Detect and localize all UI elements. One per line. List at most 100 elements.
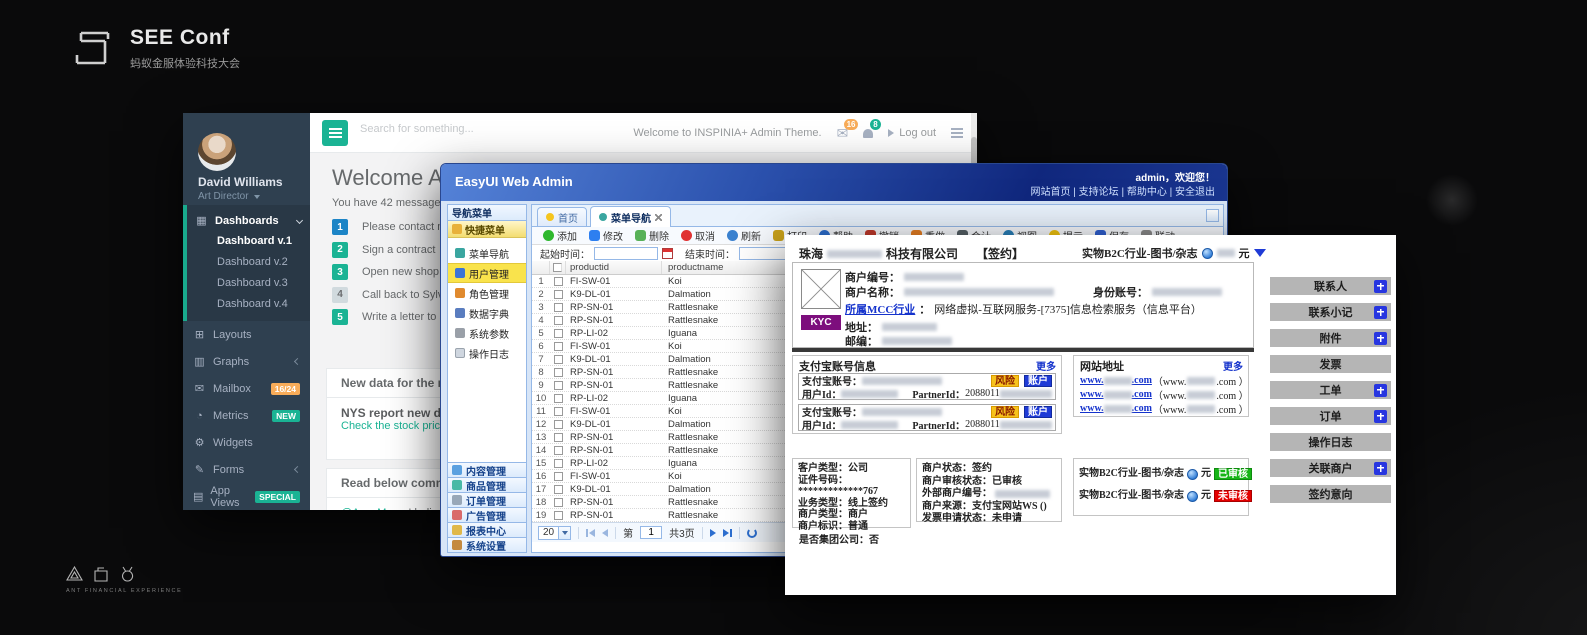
row-checkbox[interactable] xyxy=(553,484,563,494)
accordion-panel-sys-settings[interactable]: 系统设置 xyxy=(448,537,526,553)
row-checkbox[interactable] xyxy=(553,393,563,403)
alipay-more-link[interactable]: 更多 xyxy=(1036,358,1056,373)
avatar[interactable] xyxy=(198,133,236,171)
prev-page-button[interactable] xyxy=(602,528,609,537)
column-header-productid[interactable]: productid xyxy=(566,261,662,274)
related-merchants-button[interactable]: 关联商户 xyxy=(1270,459,1391,477)
refresh-button[interactable]: 刷新 xyxy=(722,228,766,243)
add-icon[interactable] xyxy=(1374,461,1387,475)
row-checkbox[interactable] xyxy=(553,510,563,520)
calendar-icon[interactable] xyxy=(662,247,673,259)
orders-button[interactable]: 订单 xyxy=(1270,407,1391,425)
invoice-button[interactable]: 发票 xyxy=(1270,355,1391,373)
row-checkbox[interactable] xyxy=(553,289,563,299)
row-checkbox[interactable] xyxy=(553,458,563,468)
row-checkbox[interactable] xyxy=(553,445,563,455)
next-page-button[interactable] xyxy=(709,528,716,537)
tab-home[interactable]: 首页 xyxy=(537,207,587,226)
row-checkbox[interactable] xyxy=(553,367,563,377)
accordion-panel-order-mgmt[interactable]: 订单管理 xyxy=(448,492,526,508)
tree-item-data-dict[interactable]: 数据字典 xyxy=(448,303,526,323)
tree-item-op-log[interactable]: 操作日志 xyxy=(448,343,526,363)
accordion-panel-product-mgmt[interactable]: 商品管理 xyxy=(448,477,526,493)
add-icon[interactable] xyxy=(1374,305,1387,319)
sidebar-item-forms[interactable]: ✎ Forms xyxy=(183,456,310,483)
sidebar-item-widgets[interactable]: ⚙ Widgets xyxy=(183,429,310,456)
contract-intent-button[interactable]: 签约意向 xyxy=(1270,485,1391,503)
tree-item-sys-params[interactable]: 系统参数 xyxy=(448,323,526,343)
messages-icon[interactable]: ✉ 16 xyxy=(837,119,859,140)
accordion-panel-ad-mgmt[interactable]: 广告管理 xyxy=(448,507,526,523)
add-icon[interactable] xyxy=(1374,331,1387,345)
risk-badge[interactable]: 风险 xyxy=(991,405,1019,418)
select-all-checkbox[interactable] xyxy=(553,263,562,272)
row-checkbox[interactable] xyxy=(553,276,563,286)
sidebar-item-metrics[interactable]: ◔ Metrics NEW xyxy=(183,402,310,429)
notifications-bell-icon[interactable]: 8 xyxy=(863,119,881,140)
add-icon[interactable] xyxy=(1374,409,1387,423)
attachments-button[interactable]: 附件 xyxy=(1270,329,1391,347)
row-checkbox[interactable] xyxy=(553,471,563,481)
first-page-button[interactable] xyxy=(586,528,596,537)
tab-menu-nav[interactable]: 菜单导航 xyxy=(590,206,671,227)
work-order-button[interactable]: 工单 xyxy=(1270,381,1391,399)
risk-badge[interactable]: 风险 xyxy=(991,374,1019,387)
row-checkbox[interactable] xyxy=(553,380,563,390)
sidebar-item-dashboard-v2[interactable]: Dashboard v.2 xyxy=(217,252,310,273)
page-number-input[interactable] xyxy=(640,526,663,539)
tree-item-menu-nav[interactable]: 菜单导航 xyxy=(448,243,526,263)
accordion-title[interactable]: 导航菜单 xyxy=(448,205,526,221)
row-checkbox[interactable] xyxy=(553,419,563,429)
panel-tool-icon[interactable] xyxy=(1206,209,1219,222)
sidebar-item-dashboard-v1[interactable]: Dashboard v.1 xyxy=(217,231,310,252)
sidebar-item-dashboard-v4[interactable]: Dashboard v.4 xyxy=(217,294,310,315)
row-checkbox[interactable] xyxy=(553,406,563,416)
sidebar-item-layouts[interactable]: ⊞ Layouts xyxy=(183,321,310,348)
row-checkbox[interactable] xyxy=(553,432,563,442)
row-checkbox[interactable] xyxy=(553,341,563,351)
sidebar-item-mailbox[interactable]: ✉ Mailbox 16/24 xyxy=(183,375,310,402)
list-layout-icon[interactable] xyxy=(951,128,963,138)
mcc-industry-link[interactable]: 所属MCC行业 xyxy=(845,301,915,317)
row-checkbox[interactable] xyxy=(553,497,563,507)
row-checkbox[interactable] xyxy=(553,328,563,338)
profile-role-menu[interactable]: Art Director xyxy=(198,191,260,202)
website-link[interactable]: www. .com xyxy=(1080,389,1152,400)
sidebar-item-dashboards[interactable]: ▦ Dashboards xyxy=(187,210,310,231)
search-input[interactable] xyxy=(360,123,530,135)
contacts-button[interactable]: 联系人 xyxy=(1270,277,1391,295)
accordion-panel-report-center[interactable]: 报表中心 xyxy=(448,522,526,538)
cancel-button[interactable]: 取消 xyxy=(676,228,720,243)
website-link[interactable]: www. .com xyxy=(1080,375,1152,386)
tree-item-role-mgmt[interactable]: 角色管理 xyxy=(448,283,526,303)
account-badge[interactable]: 账户 xyxy=(1024,374,1052,387)
close-icon[interactable] xyxy=(655,213,662,221)
add-button[interactable]: 添加 xyxy=(538,228,582,243)
row-checkbox[interactable] xyxy=(553,315,563,325)
last-page-button[interactable] xyxy=(722,528,732,537)
header-nav-links[interactable]: 网站首页 | 支持论坛 | 帮助中心 | 安全退出 xyxy=(1031,183,1215,198)
account-badge[interactable]: 账户 xyxy=(1024,405,1052,418)
website-more-link[interactable]: 更多 xyxy=(1223,358,1243,373)
sidebar-item-graphs[interactable]: ▥ Graphs xyxy=(183,348,310,375)
sidebar-item-app-views[interactable]: ▤ App Views SPECIAL xyxy=(183,483,310,510)
add-icon[interactable] xyxy=(1374,279,1387,293)
dropdown-caret-icon[interactable] xyxy=(1253,249,1266,257)
edit-button[interactable]: 修改 xyxy=(584,228,628,243)
row-checkbox[interactable] xyxy=(553,354,563,364)
sidebar-item-dashboard-v3[interactable]: Dashboard v.3 xyxy=(217,273,310,294)
tree-item-user-mgmt[interactable]: 用户管理 xyxy=(448,263,526,283)
operation-log-button[interactable]: 操作日志 xyxy=(1270,433,1391,451)
delete-button[interactable]: 删除 xyxy=(630,228,674,243)
row-checkbox[interactable] xyxy=(553,302,563,312)
contact-notes-button[interactable]: 联系小记 xyxy=(1270,303,1391,321)
comment-author-link[interactable]: @A an Marry xyxy=(341,507,405,510)
logout-button[interactable]: Log out xyxy=(888,127,936,139)
add-icon[interactable] xyxy=(1374,383,1387,397)
reload-icon[interactable] xyxy=(746,527,757,538)
easyui-titlebar[interactable]: EasyUI Web Admin admin，欢迎您！ 网站首页 | 支持论坛 … xyxy=(441,164,1227,201)
accordion-panel-quick-menu[interactable]: 快捷菜单 xyxy=(448,221,526,238)
accordion-panel-content-mgmt[interactable]: 内容管理 xyxy=(448,462,526,478)
website-link[interactable]: www. .com xyxy=(1080,403,1152,414)
start-time-input[interactable] xyxy=(594,246,658,260)
